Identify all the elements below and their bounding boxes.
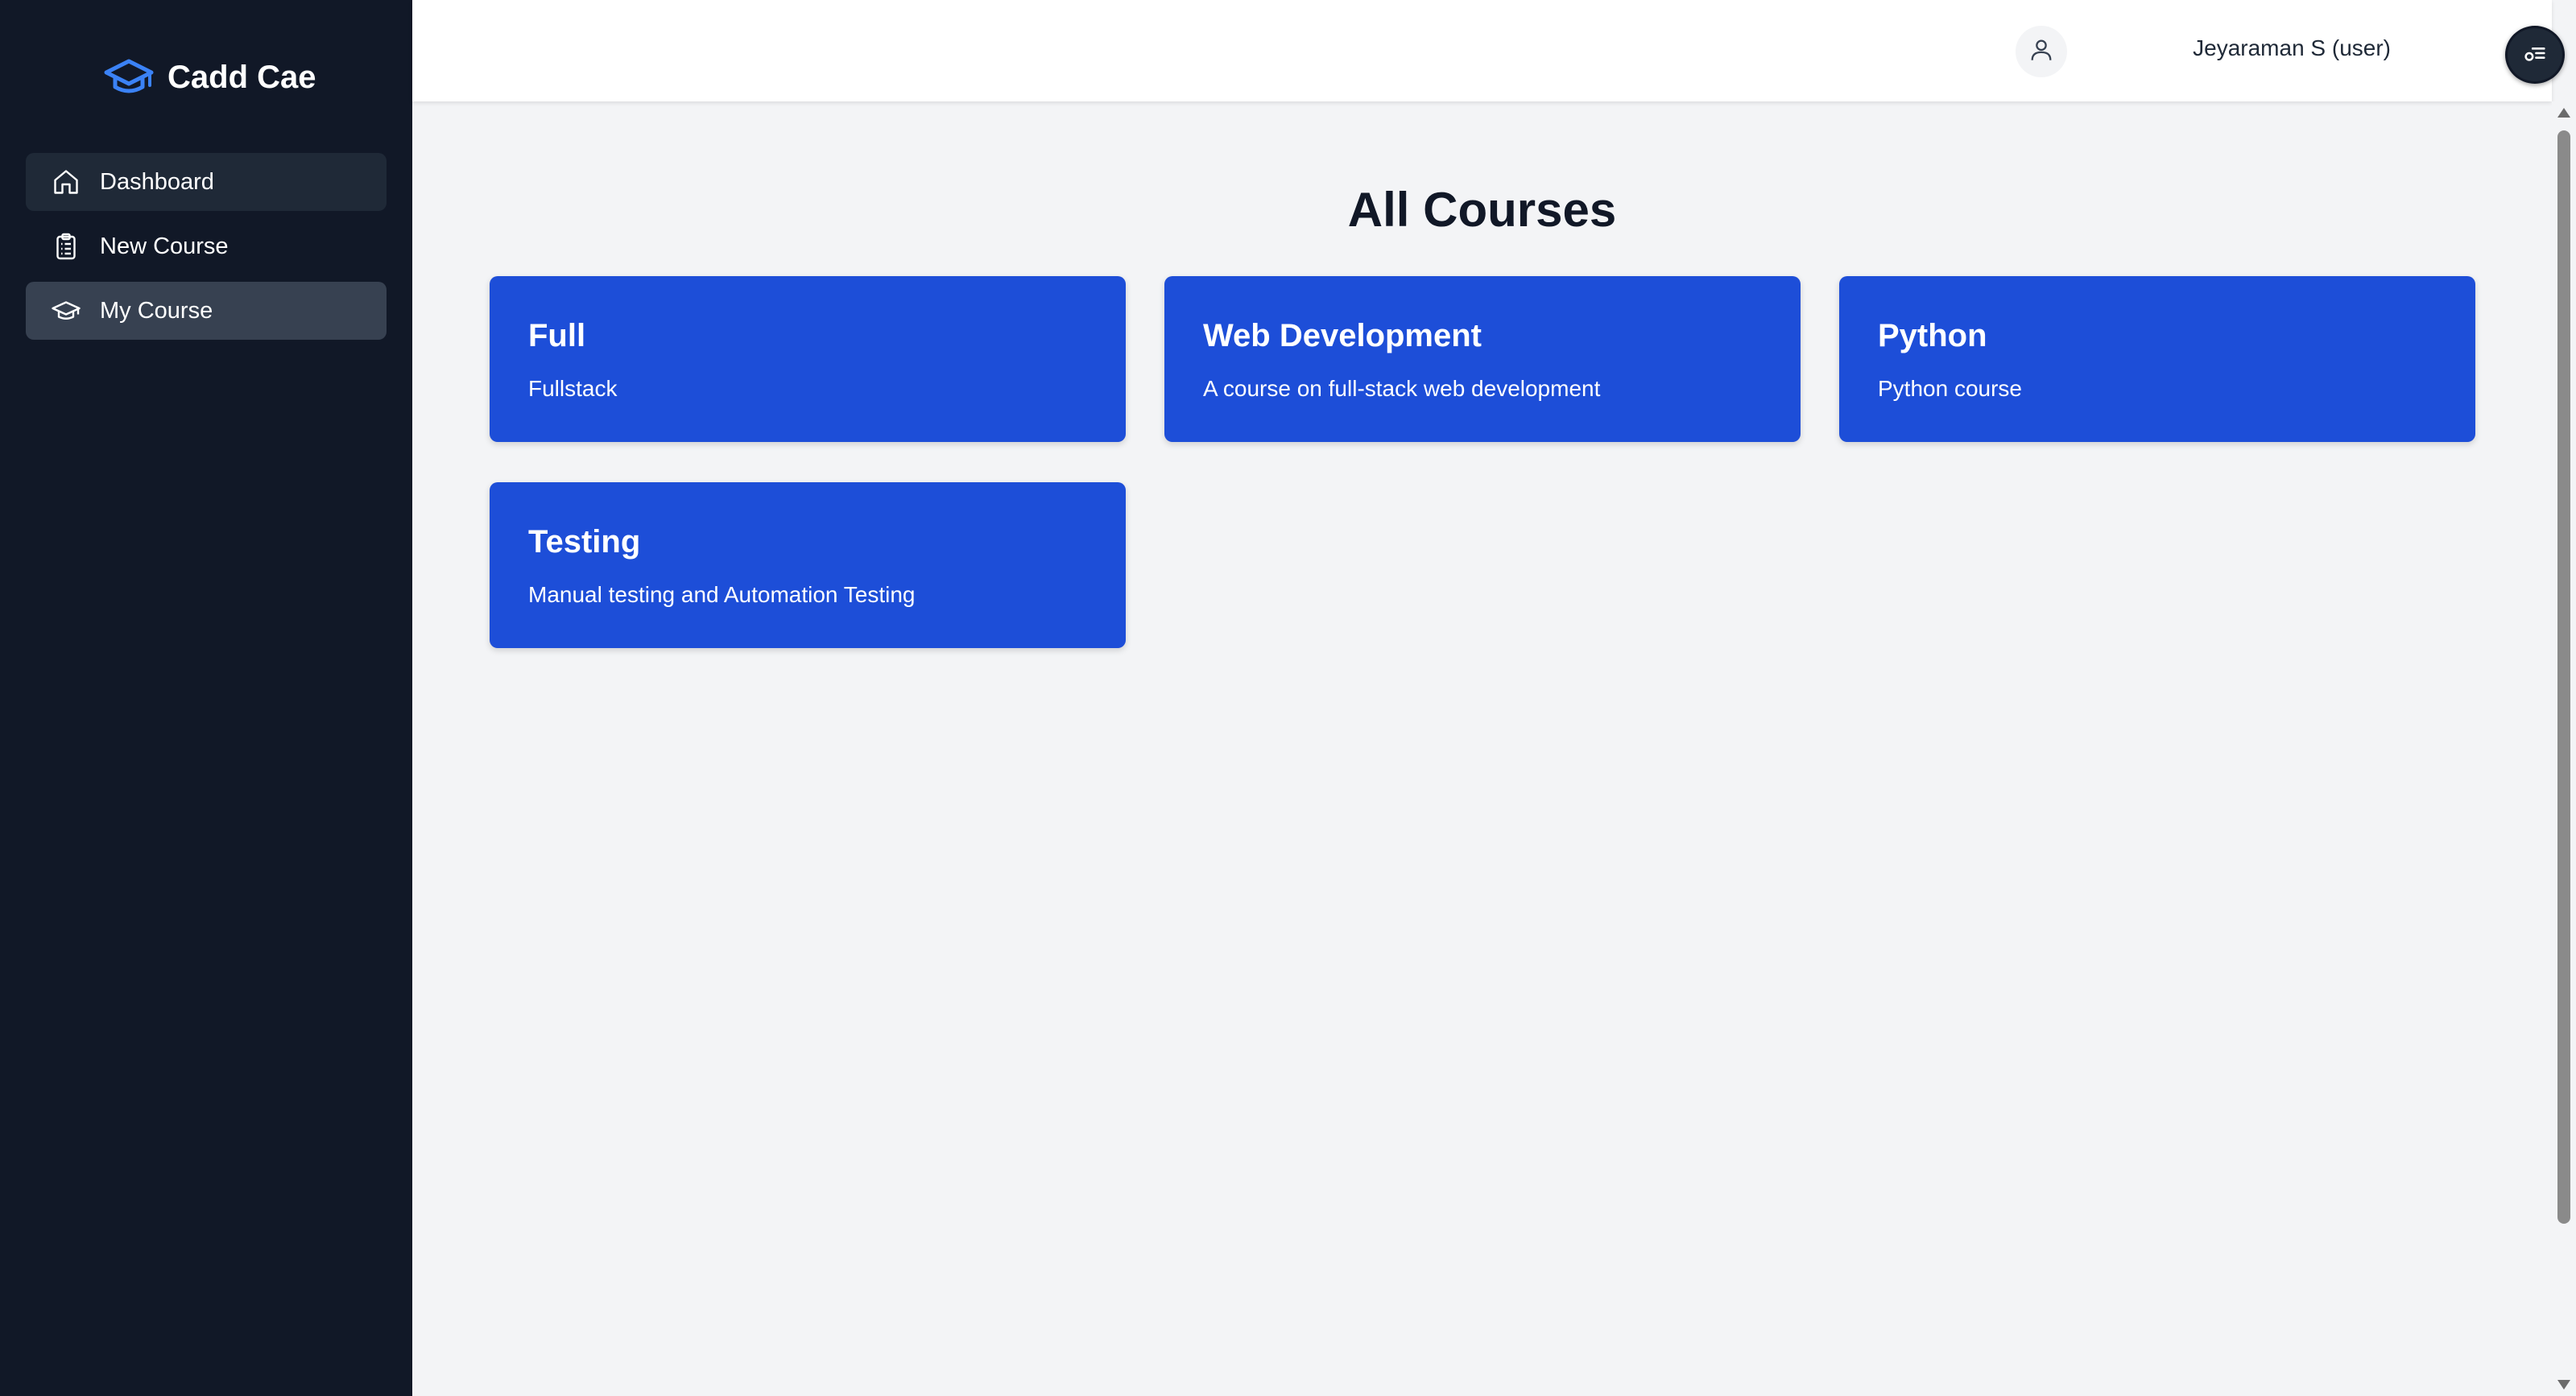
menu-key-icon <box>2521 39 2549 71</box>
sidebar-item-label: Dashboard <box>100 168 214 195</box>
sidebar-item-new-course[interactable]: New Course <box>26 217 387 275</box>
user-icon <box>2028 36 2055 68</box>
brand-name: Cadd Cae <box>167 59 316 95</box>
top-header: Jeyaraman S (user) <box>412 0 2552 101</box>
user-avatar-button[interactable] <box>2016 26 2067 77</box>
course-title: Web Development <box>1203 318 1482 353</box>
scrollbar-thumb[interactable] <box>2557 130 2570 1224</box>
menu-button[interactable] <box>2505 26 2565 84</box>
user-name: Jeyaraman S (user) <box>2193 35 2391 60</box>
course-card-full[interactable]: Full Fullstack <box>490 276 1126 442</box>
course-title: Testing <box>528 524 641 560</box>
course-card-web-development[interactable]: Web Development A course on full-stack w… <box>1164 276 1801 442</box>
clipboard-icon <box>50 230 82 262</box>
sidebar-item-dashboard[interactable]: Dashboard <box>26 153 387 211</box>
brand[interactable]: Cadd Cae <box>103 56 316 98</box>
course-description: Fullstack <box>528 376 618 401</box>
course-description: Manual testing and Automation Testing <box>528 582 916 607</box>
scroll-down-arrow-icon[interactable] <box>2557 1380 2570 1390</box>
vertical-scrollbar[interactable] <box>2552 101 2576 1396</box>
sidebar-item-label: New Course <box>100 233 229 259</box>
course-title: Full <box>528 318 586 353</box>
graduation-cap-icon <box>50 295 82 327</box>
course-card-testing[interactable]: Testing Manual testing and Automation Te… <box>490 482 1126 648</box>
graduation-cap-icon <box>103 56 155 98</box>
sidebar-nav: Dashboard New Course My Course <box>26 153 387 346</box>
course-description: Python course <box>1878 376 2022 401</box>
course-title: Python <box>1878 318 1987 353</box>
page-title: All Courses <box>1347 183 1617 237</box>
sidebar-item-label: My Course <box>100 297 213 324</box>
sidebar-item-my-course[interactable]: My Course <box>26 282 387 340</box>
course-description: A course on full-stack web development <box>1203 376 1601 401</box>
scroll-up-arrow-icon[interactable] <box>2557 108 2570 118</box>
main-content: All Courses Full Fullstack Web Developme… <box>412 101 2552 1396</box>
home-icon <box>50 166 82 198</box>
sidebar: Cadd Cae Dashboard New Course My Course <box>0 0 412 1396</box>
course-card-python[interactable]: Python Python course <box>1839 276 2475 442</box>
